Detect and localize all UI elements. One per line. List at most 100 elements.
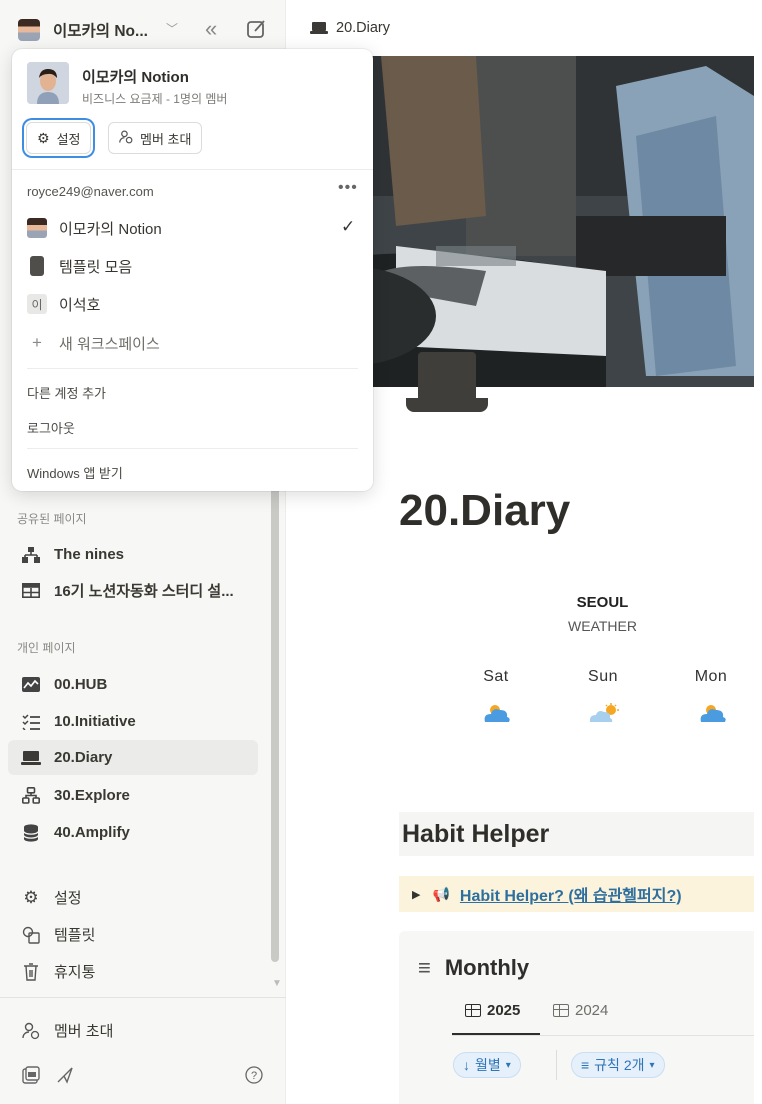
workspace-option-user[interactable]: 이 이석호 — [27, 290, 100, 318]
new-workspace-button[interactable]: + 새 워크스페이스 — [27, 329, 160, 357]
sidebar-item-label: 10.Initiative — [54, 713, 136, 730]
invite-members-button[interactable]: 멤버 초대 — [108, 122, 203, 154]
send-icon[interactable] — [56, 1066, 74, 1089]
sidebar-item-trash[interactable]: 휴지통 — [8, 954, 258, 989]
page-laptop-icon[interactable] — [406, 352, 488, 414]
sidebar-item-label: 20.Diary — [54, 749, 113, 766]
template-icon — [8, 926, 54, 944]
database-title[interactable]: ≡ Monthly — [418, 955, 529, 981]
scroll-down-arrow-icon[interactable]: ▼ — [272, 978, 282, 989]
sitemap-icon — [8, 787, 54, 804]
laptop-icon — [310, 22, 328, 34]
trash-icon — [8, 962, 54, 981]
logout-link[interactable]: 로그아웃 — [27, 418, 75, 437]
filter-icon: ≡ — [581, 1057, 590, 1073]
table-view-icon — [465, 1004, 481, 1017]
workspace-initial-badge: 이 — [27, 294, 47, 314]
account-email: royce249@naver.com — [27, 184, 154, 199]
laptop-icon — [8, 750, 54, 765]
partly-sunny-icon — [589, 703, 619, 722]
callout-toggle[interactable]: ▶ 📢 Habit Helper? (왜 습관헬퍼지?) — [399, 876, 754, 912]
list-icon: ≡ — [418, 955, 431, 980]
sidebar-item-label: 00.HUB — [54, 676, 108, 693]
breadcrumb[interactable]: 20.Diary — [310, 20, 390, 36]
weather-day-label: Sat — [483, 668, 509, 685]
add-account-link[interactable]: 다른 계정 추가 — [27, 383, 106, 402]
popup-workspace-name: 이모카의 Notion — [82, 69, 189, 86]
workspace-option-label: 템플릿 모음 — [59, 258, 133, 276]
plus-icon: + — [32, 333, 42, 352]
workspace-avatar — [27, 218, 47, 238]
section-shared: 공유된 페이지 — [17, 512, 87, 526]
weather-subtitle: WEATHER — [568, 618, 637, 634]
workspace-avatar — [27, 62, 69, 104]
tab-2025[interactable]: 2025 — [465, 1002, 520, 1019]
chart-icon — [8, 677, 54, 692]
invite-person-icon — [119, 130, 133, 147]
megaphone-icon: 📢 — [432, 885, 450, 902]
active-tab-indicator — [452, 1033, 540, 1035]
pill-separator — [556, 1050, 557, 1080]
cloud-icon — [484, 705, 510, 722]
sidebar-invite-members[interactable]: 멤버 초대 — [8, 1013, 258, 1048]
invite-label: 멤버 초대 — [140, 131, 192, 147]
toggle-triangle-icon[interactable]: ▶ — [412, 888, 420, 901]
habit-heading: Habit Helper — [402, 820, 550, 848]
tab-label: 2024 — [575, 1002, 609, 1019]
sidebar-divider — [0, 997, 286, 998]
sidebar-item-label: 휴지통 — [54, 964, 96, 981]
arrow-down-icon: ↓ — [463, 1057, 470, 1073]
database-title-text: Monthly — [444, 955, 530, 980]
sidebar-item-label: The nines — [54, 546, 125, 563]
cloud-icon — [700, 705, 726, 722]
sidebar-item-explore[interactable]: 30.Explore — [8, 778, 258, 813]
sort-monthly-pill[interactable]: ↓ 월별 ▾ — [453, 1052, 521, 1078]
workspace-name: 이모카의 No... — [53, 23, 148, 40]
tab-2024[interactable]: 2024 — [553, 1002, 608, 1019]
habit-helper-link[interactable]: Habit Helper? (왜 습관헬퍼지?) — [460, 882, 682, 906]
more-options-icon[interactable]: ••• — [338, 179, 358, 197]
workspace-option-label: 이석호 — [59, 296, 101, 314]
sidebar-item-hub[interactable]: 00.HUB — [8, 667, 258, 702]
collapse-sidebar-icon[interactable]: « — [205, 16, 217, 42]
sidebar-item-diary[interactable]: 20.Diary — [8, 740, 258, 775]
sidebar-item-initiative[interactable]: 10.Initiative — [8, 704, 258, 739]
section-private: 개인 페이지 — [17, 641, 76, 655]
checkmark-icon: ✓ — [341, 217, 356, 236]
tab-divider — [452, 1035, 754, 1036]
weather-day-label: Sun — [588, 668, 618, 685]
database-icon — [8, 823, 54, 842]
workspace-avatar — [18, 19, 40, 41]
workspace-menu-popup: 이모카의 Notion 비즈니스 요금제 - 1명의 멤버 ⚙ 설정 멤버 초대… — [12, 49, 373, 491]
chevron-down-icon: ▾ — [649, 1059, 655, 1071]
weather-day-label: Mon — [694, 668, 728, 685]
workspace-option-label: 이모카의 Notion — [59, 220, 162, 238]
sidebar-item-amplify[interactable]: 40.Amplify — [8, 815, 258, 850]
new-workspace-label: 새 워크스페이스 — [59, 335, 160, 353]
sidebar-item-label: 멤버 초대 — [54, 1023, 114, 1040]
sidebar-item-templates[interactable]: 템플릿 — [8, 917, 258, 952]
sidebar-item-label: 16기 노션자동화 스터디 설... — [54, 583, 234, 600]
sidebar-item-label: 템플릿 — [54, 927, 96, 944]
sidebar-item-label: 30.Explore — [54, 787, 130, 804]
help-icon[interactable]: ? — [245, 1066, 263, 1089]
workspace-option-imoka[interactable]: 이모카의 Notion — [27, 214, 162, 242]
table-view-icon — [553, 1004, 569, 1017]
workspace-switcher[interactable]: 이모카의 No... ﹀ — [0, 0, 286, 52]
settings-button[interactable]: ⚙ 설정 — [26, 122, 92, 154]
invite-person-icon — [8, 1022, 54, 1040]
popup-divider — [12, 169, 373, 170]
calendar-icon[interactable] — [22, 1066, 40, 1089]
windows-app-link[interactable]: Windows 앱 받기 — [27, 463, 123, 482]
sidebar-item-label: 40.Amplify — [54, 824, 130, 841]
filter-rules-pill[interactable]: ≡ 규칙 2개 ▾ — [571, 1052, 665, 1078]
sidebar-item-study[interactable]: 16기 노션자동화 스터디 설... — [8, 573, 258, 608]
new-page-icon[interactable] — [246, 18, 268, 40]
sidebar-scrollbar[interactable] — [271, 470, 279, 962]
hierarchy-icon — [8, 546, 54, 563]
workspace-option-templates[interactable]: 템플릿 모음 — [27, 252, 132, 280]
sidebar-item-settings[interactable]: ⚙ 설정 — [8, 880, 258, 915]
chevron-down-icon: ▾ — [505, 1059, 511, 1071]
sidebar-item-the-nines[interactable]: The nines — [8, 537, 258, 572]
page-title[interactable]: 20.Diary — [399, 486, 570, 536]
